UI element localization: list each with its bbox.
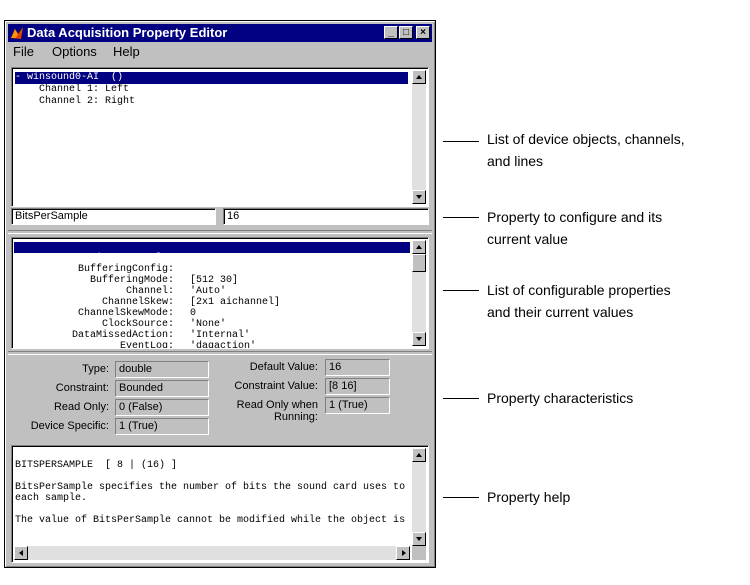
property-row[interactable]: DataMissedAction: 'daqaction' (14, 319, 410, 348)
scroll-down-button[interactable] (412, 190, 426, 204)
property-row[interactable]: ChannelSkew: 0 (14, 286, 410, 319)
property-value: 'daqaction' (190, 341, 257, 349)
property-row[interactable]: BufferingMode: 'Auto' (14, 264, 410, 297)
scrollbar-corner (412, 546, 426, 560)
constraint-value-label: Constraint Value: (234, 380, 318, 392)
down-arrow-icon (416, 195, 422, 199)
right-arrow-icon (402, 550, 406, 556)
property-vertical-scrollbar[interactable] (412, 240, 426, 346)
property-name: EventLog: (119, 341, 174, 349)
property-editor-window: Data Acquisition Property Editor _ □ × F… (4, 20, 436, 568)
default-value-value: 16 (325, 359, 390, 376)
callout-line (443, 141, 479, 142)
matlab-logo-icon (11, 27, 23, 39)
type-value: double (115, 361, 209, 378)
menu-file[interactable]: File (13, 44, 34, 59)
property-value-field[interactable]: 16 (223, 208, 429, 225)
constraint-label: Constraint: (55, 382, 109, 394)
read-only-value: 0 (False) (115, 399, 209, 416)
callout-line (443, 290, 479, 291)
down-arrow-icon (416, 537, 422, 541)
read-only-label: Read Only: (53, 401, 109, 413)
read-only-running-value: 1 (True) (325, 397, 390, 414)
callout-line (443, 398, 479, 399)
property-help-panel[interactable]: BITSPERSAMPLE [ 8 | (16) ] BitsPerSample… (11, 445, 429, 563)
property-row[interactable]: ChannelSkewMode: 'None' (14, 297, 410, 330)
scroll-up-button[interactable] (412, 240, 426, 254)
callout-device-list: List of device objects, channels, and li… (487, 131, 685, 169)
device-specific-value: 1 (True) (115, 418, 209, 435)
scroll-up-button[interactable] (412, 70, 426, 84)
property-row[interactable]: Channel: [2x1 aichannel] (14, 275, 410, 308)
scroll-thumb[interactable] (412, 254, 426, 272)
read-only-running-label-line2: Running: (273, 411, 318, 423)
scroll-right-button[interactable] (396, 546, 410, 560)
maximize-button[interactable]: □ (399, 26, 413, 39)
window-title: Data Acquisition Property Editor (27, 25, 228, 40)
menu-help[interactable]: Help (113, 44, 140, 59)
property-list[interactable]: BitsPerSample: 16 BufferingConfig: [512 … (11, 237, 429, 349)
close-button[interactable]: × (416, 26, 430, 39)
constraint-value: Bounded (115, 380, 209, 397)
menu-bar: File Options Help (8, 43, 432, 61)
left-arrow-icon (19, 550, 23, 556)
property-name-field[interactable]: BitsPerSample (11, 208, 216, 225)
help-line: The value of BitsPerSample cannot be mod… (15, 515, 406, 526)
divider (8, 230, 432, 234)
up-arrow-icon (416, 453, 422, 457)
divider (8, 351, 432, 355)
tree-vertical-scrollbar[interactable] (412, 70, 426, 204)
help-line: BitsPerSample specifies the number of bi… (15, 482, 406, 493)
scroll-down-button[interactable] (412, 332, 426, 346)
help-line: BITSPERSAMPLE [ 8 | (16) ] (15, 460, 178, 471)
down-arrow-icon (416, 337, 422, 341)
tree-item-device[interactable]: - winsound0-AI () (15, 72, 408, 84)
device-specific-label: Device Specific: (30, 420, 109, 432)
callout-property-list: List of configurable properties and thei… (487, 282, 671, 320)
help-vertical-scrollbar[interactable] (412, 448, 426, 546)
scroll-down-button[interactable] (412, 532, 426, 546)
constraint-value-value: [8 16] (325, 378, 390, 395)
read-only-running-label-line1: Read Only when (236, 399, 318, 411)
callout-property-configure: Property to configure and its current va… (487, 209, 663, 247)
callout-characteristics: Property characteristics (487, 390, 634, 406)
help-line: each sample. (15, 493, 88, 504)
property-row[interactable]: ClockSource: 'Internal' (14, 308, 410, 341)
tree-item-channel-1[interactable]: Channel 1: Left (15, 84, 129, 96)
title-bar[interactable]: Data Acquisition Property Editor _ □ × (8, 24, 432, 42)
callout-property-help: Property help (487, 489, 571, 505)
type-label: Type: (82, 363, 109, 375)
up-arrow-icon (416, 75, 422, 79)
minimize-button[interactable]: _ (384, 26, 398, 39)
property-row[interactable]: EventLog: [] (14, 330, 410, 348)
property-row[interactable]: BufferingConfig: [512 30] (14, 253, 410, 286)
device-tree-list[interactable]: - winsound0-AI () Channel 1: Left Channe… (11, 67, 429, 207)
callout-line (443, 497, 479, 498)
callout-line (443, 217, 479, 218)
scroll-up-button[interactable] (412, 448, 426, 462)
property-row[interactable]: BitsPerSample: 16 (14, 242, 410, 275)
scroll-left-button[interactable] (14, 546, 28, 560)
tree-item-channel-2[interactable]: Channel 2: Right (15, 96, 135, 108)
menu-options[interactable]: Options (52, 44, 97, 59)
up-arrow-icon (416, 245, 422, 249)
read-only-running-label: Read Only when Running: (215, 399, 318, 423)
default-value-label: Default Value: (249, 361, 318, 373)
help-horizontal-scrollbar[interactable] (14, 546, 410, 560)
